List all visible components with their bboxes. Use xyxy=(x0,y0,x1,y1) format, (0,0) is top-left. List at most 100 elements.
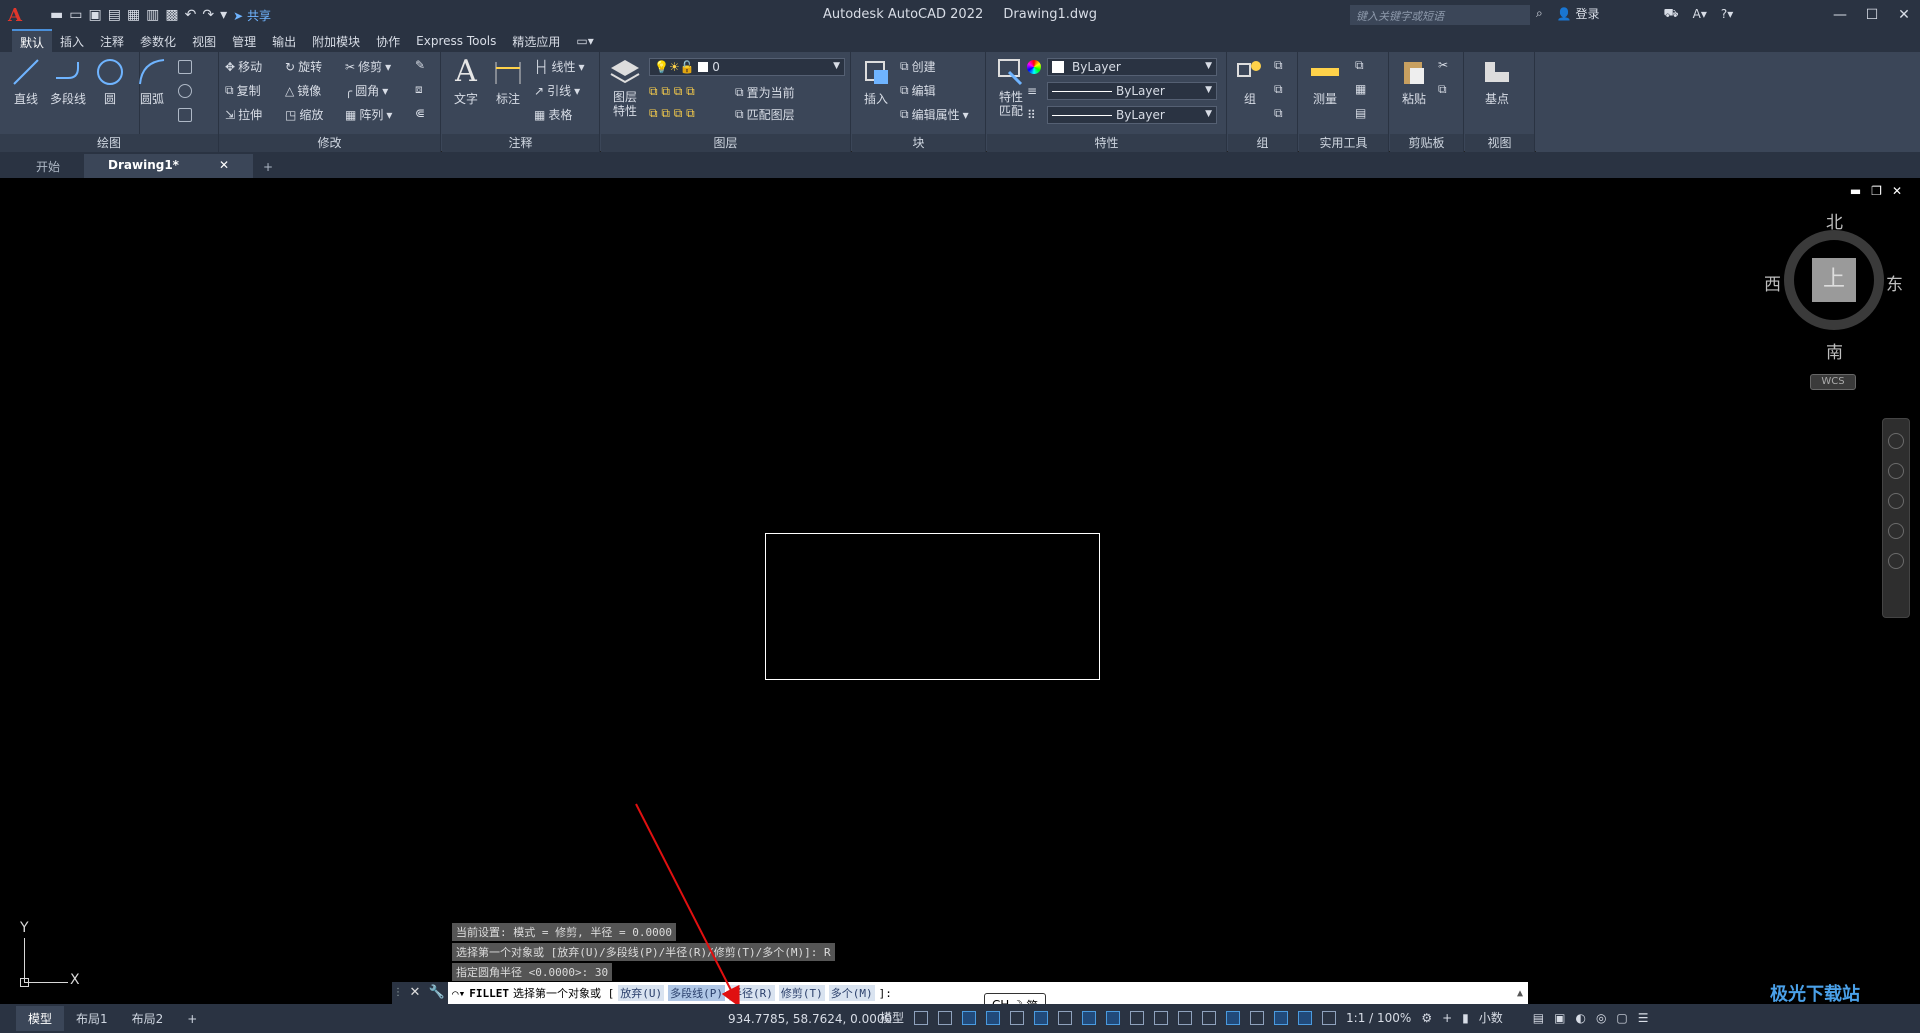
hardware-acceleration-icon[interactable]: ◎ xyxy=(1596,1011,1606,1025)
option-polyline[interactable]: 多段线(P) xyxy=(668,985,725,1001)
command-history-toggle-icon[interactable]: ▲ xyxy=(1512,988,1528,999)
isodraft-icon[interactable] xyxy=(1058,1010,1073,1025)
match-properties-button[interactable]: 特性 匹配 xyxy=(991,56,1031,118)
quick-properties-icon[interactable]: ▤ xyxy=(1533,1011,1544,1025)
pan-icon[interactable] xyxy=(1888,463,1904,479)
3d-osnap-icon[interactable] xyxy=(1202,1010,1217,1025)
create-block-button[interactable]: ⧉ 创建 xyxy=(900,58,936,75)
close-tab-icon[interactable]: ✕ xyxy=(219,158,229,174)
login-button[interactable]: 👤 登录 xyxy=(1557,5,1600,22)
add-layout-icon[interactable]: + xyxy=(175,1008,209,1030)
clipboard-panel-title[interactable]: 剪贴板 xyxy=(1390,134,1463,152)
copy-button[interactable]: ⧉ 复制 xyxy=(225,82,261,99)
option-undo[interactable]: 放弃(U) xyxy=(618,985,665,1001)
option-trim[interactable]: 修剪(T) xyxy=(778,985,825,1001)
cut-icon[interactable]: ✂ xyxy=(1438,58,1448,72)
set-current-button[interactable]: ⧉ 置为当前 xyxy=(735,84,795,101)
compass-east[interactable]: 东 xyxy=(1886,270,1903,295)
plus-icon[interactable]: + xyxy=(1442,1011,1452,1025)
ribbon-tab[interactable]: 插入 xyxy=(52,30,92,53)
ellipse-button[interactable] xyxy=(178,84,192,98)
help-icon[interactable]: ?▾ xyxy=(1721,7,1733,21)
arc-button[interactable]: 圆弧 xyxy=(132,56,172,107)
group-button[interactable]: 组 xyxy=(1230,56,1270,107)
layer-tools-row-2[interactable]: ⧉ ⧉ ⧉ ⧉ xyxy=(649,106,695,121)
layer-properties-button[interactable]: 图层 特性 xyxy=(605,56,645,118)
ortho-icon[interactable] xyxy=(1010,1010,1025,1025)
selection-cycling-icon[interactable] xyxy=(1178,1010,1193,1025)
insert-block-button[interactable]: 插入 xyxy=(856,56,896,107)
publish-icon[interactable]: ▦ xyxy=(127,7,140,23)
color-dropdown[interactable]: ByLayer ▼ xyxy=(1047,58,1217,76)
layout-tab-2[interactable]: 布局2 xyxy=(120,1006,176,1031)
snap-icon[interactable] xyxy=(938,1010,953,1025)
restore-viewport-icon[interactable]: ❐ xyxy=(1871,184,1882,198)
linetype-dropdown[interactable]: ByLayer ▼ xyxy=(1047,82,1217,100)
minimize-icon[interactable]: — xyxy=(1824,0,1856,30)
customize-command-icon[interactable]: 🔧 xyxy=(426,982,448,1004)
ribbon-tab[interactable]: 默认 xyxy=(12,28,53,54)
explode-button[interactable]: ⧈ xyxy=(415,82,423,97)
option-multiple[interactable]: 多个(M) xyxy=(828,985,875,1001)
share-button[interactable]: ➤ 共享 xyxy=(233,7,271,24)
linear-dim-button[interactable]: ├┤ 线性 ▾ xyxy=(534,58,585,75)
clean-screen-icon[interactable]: ▢ xyxy=(1616,1011,1627,1025)
annotation-visibility-icon[interactable] xyxy=(1298,1010,1313,1025)
open-file-icon[interactable]: ▭ xyxy=(69,7,82,23)
viewcube-top-face[interactable]: 上 xyxy=(1812,258,1856,302)
isolate-objects-icon[interactable]: ◐ xyxy=(1575,1011,1585,1025)
stretch-button[interactable]: ⇲ 拉伸 xyxy=(225,106,262,123)
array-button[interactable]: ▦ 阵列 ▾ xyxy=(345,106,392,123)
ribbon-view-options-icon[interactable]: ▭▾ xyxy=(568,31,601,51)
object-snap-icon[interactable] xyxy=(1106,1010,1121,1025)
mirror-button[interactable]: △ 镜像 xyxy=(285,82,321,99)
layer-tools-row-1[interactable]: ⧉ ⧉ ⧉ ⧉ xyxy=(649,84,695,99)
layout-tab-1[interactable]: 布局1 xyxy=(64,1006,120,1031)
text-button[interactable]: A 文字 xyxy=(446,56,486,107)
print-icon[interactable]: ▩ xyxy=(165,7,178,23)
recent-commands-icon[interactable]: ⌒▾ xyxy=(452,987,465,1000)
line-button[interactable]: 直线 xyxy=(6,56,46,107)
properties-panel-title[interactable]: 特性 xyxy=(987,134,1226,152)
save-icon[interactable]: ▣ xyxy=(88,7,101,23)
cancel-command-icon[interactable]: ✕ xyxy=(404,982,426,1004)
search-icon[interactable]: ⌕ xyxy=(1536,6,1543,21)
polyline-button[interactable]: 多段线 xyxy=(48,56,88,107)
block-panel-title[interactable]: 块 xyxy=(852,134,985,152)
offset-button[interactable]: ⋐ xyxy=(415,106,425,120)
wcs-menu-button[interactable]: WCS xyxy=(1810,374,1856,390)
leader-button[interactable]: ↗ 引线 ▾ xyxy=(534,82,580,99)
view-panel-title[interactable]: 视图 xyxy=(1465,134,1534,152)
model-space-button[interactable]: 模型 xyxy=(880,1009,904,1026)
group-select-icon[interactable]: ⧉ xyxy=(1274,106,1283,121)
erase-button[interactable]: ✎ xyxy=(415,58,425,72)
id-point-icon[interactable]: ▤ xyxy=(1355,106,1366,120)
redo-icon[interactable]: ↷ xyxy=(202,7,214,23)
units-icon[interactable]: ▮ xyxy=(1462,1011,1469,1025)
autodesk-app-icon[interactable]: A▾ xyxy=(1693,7,1707,21)
rectangle-button[interactable] xyxy=(178,60,192,74)
quick-select-icon[interactable]: ⧉ xyxy=(1355,58,1364,73)
polar-tracking-icon[interactable] xyxy=(1034,1010,1049,1025)
circle-button[interactable]: 圆 xyxy=(90,56,130,107)
steering-wheel-icon[interactable] xyxy=(1888,433,1904,449)
modify-panel-title[interactable]: 修改 xyxy=(219,134,440,152)
gear-icon[interactable]: ⚙ xyxy=(1421,1011,1432,1025)
orbit-icon[interactable] xyxy=(1888,523,1904,539)
start-tab[interactable]: 开始 xyxy=(12,154,84,178)
compass-north[interactable]: 北 xyxy=(1826,208,1843,233)
option-radius[interactable]: 半径(R) xyxy=(729,985,775,1001)
maximize-icon[interactable]: ☐ xyxy=(1856,0,1888,30)
measure-button[interactable]: 测量 xyxy=(1305,56,1345,107)
plot-icon[interactable]: ▥ xyxy=(146,7,159,23)
close-viewport-icon[interactable]: ✕ xyxy=(1892,184,1902,198)
layers-panel-title[interactable]: 图层 xyxy=(601,134,850,152)
dynamic-input-icon[interactable] xyxy=(986,1010,1001,1025)
ribbon-tab[interactable]: 管理 xyxy=(224,30,264,53)
new-tab-icon[interactable]: + xyxy=(253,156,283,178)
ribbon-tab[interactable]: 参数化 xyxy=(132,30,184,53)
autocad-logo-button[interactable]: A xyxy=(0,0,30,30)
command-line-grip[interactable]: ⋮ xyxy=(392,982,404,1004)
compass-south[interactable]: 南 xyxy=(1826,338,1843,363)
ribbon-tab[interactable]: 协作 xyxy=(368,30,408,53)
